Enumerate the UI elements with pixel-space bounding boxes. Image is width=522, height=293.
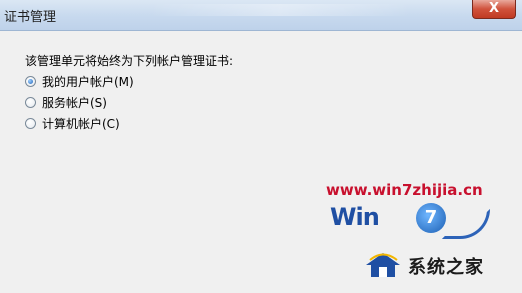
radio-label: 我的用户帐户(M) <box>42 74 134 89</box>
watermark-url: www.win7zhijia.cn <box>326 181 483 199</box>
radio-icon[interactable] <box>25 117 36 129</box>
titlebar-gloss <box>150 4 410 16</box>
radio-label: 计算机帐户(C) <box>42 116 120 131</box>
radio-label: 服务帐户(S) <box>42 95 107 110</box>
titlebar: 证书管理 X <box>0 0 522 31</box>
radio-selected-icon[interactable] <box>25 75 36 87</box>
watermark-swoosh-icon <box>442 209 490 239</box>
radio-service-account[interactable]: 服务帐户(S) <box>25 94 107 110</box>
close-icon: X <box>488 1 500 16</box>
radio-computer-account[interactable]: 计算机帐户(C) <box>25 115 120 131</box>
house-icon <box>366 253 400 277</box>
radio-my-user-account[interactable]: 我的用户帐户(M) <box>25 73 134 89</box>
watermark-logo: Win 7 系统之家 <box>330 203 520 289</box>
watermark-win-text: Win <box>330 203 380 231</box>
close-button[interactable]: X <box>472 0 516 19</box>
window-title: 证书管理 <box>4 10 57 25</box>
prompt-text: 该管理单元将始终为下列帐户管理证书: <box>25 54 234 68</box>
watermark-brand: 系统之家 <box>408 257 484 278</box>
radio-icon[interactable] <box>25 96 36 108</box>
